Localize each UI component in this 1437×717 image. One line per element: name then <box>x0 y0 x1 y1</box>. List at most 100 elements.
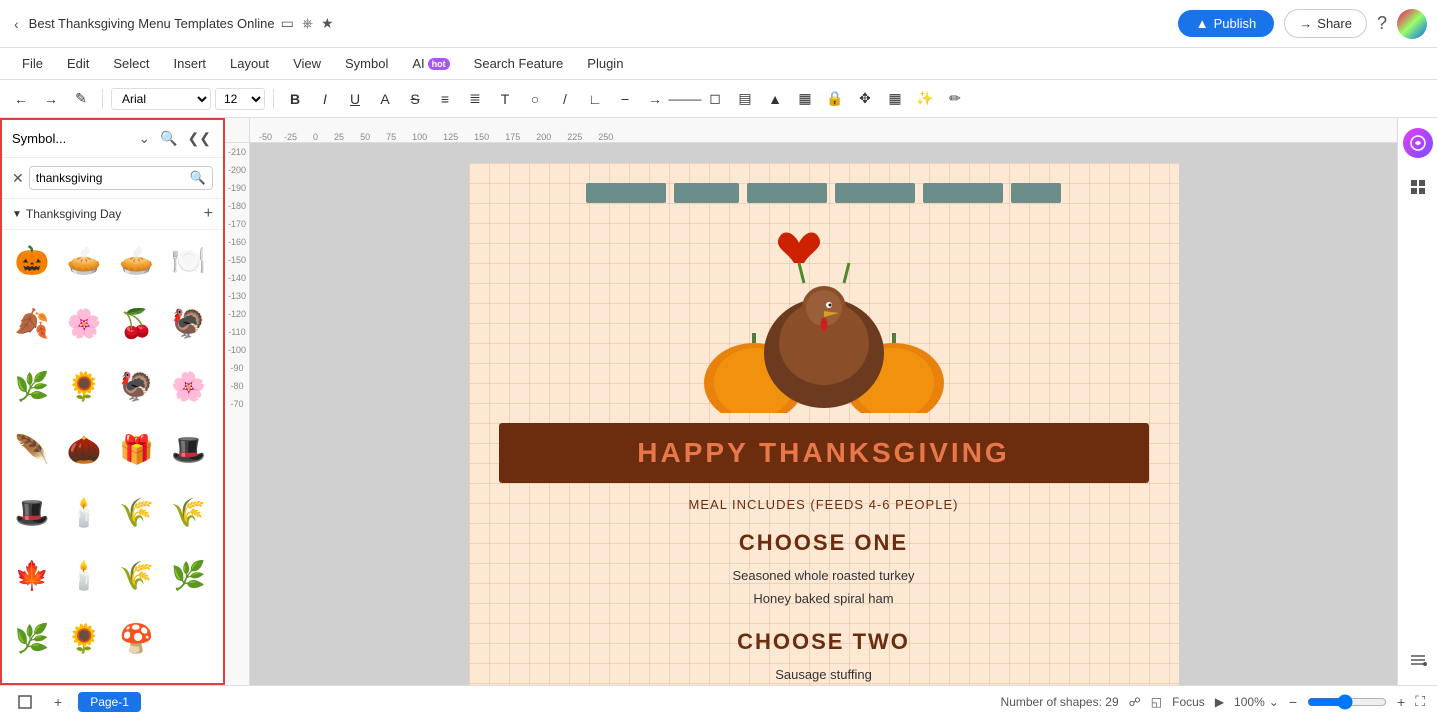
underline-button[interactable]: U <box>342 86 368 112</box>
zoom-control[interactable]: 100% ⌄ <box>1234 695 1279 709</box>
redo-button[interactable]: → <box>38 86 64 112</box>
symbol-leaves[interactable]: 🍂 <box>10 301 54 345</box>
symbol-turkey-roasted[interactable]: 🦃 <box>167 301 211 345</box>
arrow-button[interactable]: → <box>642 86 668 112</box>
menu-file[interactable]: File <box>10 52 55 75</box>
undo-button[interactable]: ← <box>8 86 34 112</box>
symbol-wheat[interactable]: 🌾 <box>115 490 159 534</box>
align-justify-button[interactable]: ≣ <box>462 86 488 112</box>
ungroup-button[interactable]: ✥ <box>852 86 878 112</box>
symbol-pumpkin[interactable]: 🎃 <box>10 238 54 282</box>
menu-ai[interactable]: AI hot <box>400 52 461 75</box>
share-button[interactable]: → Share <box>1284 9 1367 38</box>
symbol-wheat2[interactable]: 🌾 <box>115 553 159 597</box>
menu-select[interactable]: Select <box>101 52 161 75</box>
layers-button[interactable] <box>1403 645 1433 675</box>
bring-forward-button[interactable]: ▲ <box>762 86 788 112</box>
symbol-pie2[interactable]: 🥧 <box>115 238 159 282</box>
symbol-sunflower2[interactable]: 🌻 <box>62 616 106 660</box>
symbol-bundle[interactable]: 🌿 <box>167 553 211 597</box>
strikethrough-button[interactable]: S <box>402 86 428 112</box>
font-size-selector[interactable]: 12 14 16 18 <box>215 88 265 110</box>
symbol-plate[interactable]: 🍽️ <box>167 238 211 282</box>
clone-button[interactable]: ▦ <box>792 86 818 112</box>
zoom-out-button[interactable]: − <box>1289 694 1297 710</box>
format-paint-button[interactable]: ✎ <box>68 86 94 112</box>
line-style-button[interactable]: ⎯ <box>612 86 638 112</box>
table-button[interactable]: ▦ <box>882 86 908 112</box>
shape-button[interactable]: ○ <box>522 86 548 112</box>
connector-button[interactable]: ∟ <box>582 86 608 112</box>
layers-icon-bottom[interactable]: ☍ <box>1129 695 1141 709</box>
symbol-leaf-green[interactable]: 🌿 <box>10 616 54 660</box>
user-avatar[interactable] <box>1397 9 1427 39</box>
menu-view[interactable]: View <box>281 52 333 75</box>
share-icon[interactable]: ⎈ <box>302 15 313 32</box>
symbol-mushroom[interactable]: 🍄 <box>115 616 159 660</box>
help-button[interactable]: ? <box>1377 13 1387 34</box>
tablet-icon[interactable]: ▭ <box>281 15 294 32</box>
play-icon[interactable]: ▶ <box>1215 695 1224 709</box>
sidebar-search-icon[interactable]: 🔍 <box>158 128 179 149</box>
add-page-button[interactable]: + <box>48 692 68 712</box>
focus-mode-icon[interactable]: ◱ <box>1151 695 1162 709</box>
choose-one-heading: CHOOSE ONE <box>469 530 1179 556</box>
menu-symbol[interactable]: Symbol <box>333 52 400 75</box>
symbol-maple-leaf[interactable]: 🍁 <box>10 553 54 597</box>
symbol-gift[interactable]: 🎁 <box>115 427 159 471</box>
sparkle-button[interactable]: ✨ <box>912 86 938 112</box>
search-submit-icon[interactable]: 🔍 <box>190 170 206 186</box>
page-tab-label: Page-1 <box>90 695 129 709</box>
lock-button[interactable]: 🔒 <box>822 86 848 112</box>
sidebar-collapse-icon[interactable]: ❮❮ <box>186 128 213 149</box>
grid-view-button[interactable] <box>1403 172 1433 202</box>
menu-search-feature[interactable]: Search Feature <box>462 52 576 75</box>
zoom-slider[interactable] <box>1307 694 1387 710</box>
symbol-flower[interactable]: 🌸 <box>62 301 106 345</box>
thanksgiving-banner: HAPPY THANKSGIVING <box>499 423 1149 483</box>
shadow-button[interactable]: ▤ <box>732 86 758 112</box>
container-button[interactable]: ◻ <box>702 86 728 112</box>
symbol-feather[interactable]: 🪶 <box>10 427 54 471</box>
sidebar-dropdown-icon[interactable]: ⌄ <box>136 128 152 149</box>
symbol-grain[interactable]: 🌾 <box>167 490 211 534</box>
canvas-scroll[interactable]: HAPPY THANKSGIVING MEAL INCLUDES (FEEDS … <box>250 143 1397 685</box>
section-add-button[interactable]: + <box>204 205 213 223</box>
ai-assist-button[interactable] <box>1403 128 1433 158</box>
line-button[interactable]: / <box>552 86 578 112</box>
menu-layout[interactable]: Layout <box>218 52 281 75</box>
bold-button[interactable]: B <box>282 86 308 112</box>
top-bar-right: ▲ Publish → Share ? <box>1178 9 1427 39</box>
symbol-hat[interactable]: 🎩 <box>167 427 211 471</box>
symbol-sunflower[interactable]: 🌻 <box>62 364 106 408</box>
symbol-pie[interactable]: 🥧 <box>62 238 106 282</box>
zoom-in-button[interactable]: + <box>1397 694 1405 710</box>
symbol-berries[interactable]: 🍒 <box>115 301 159 345</box>
menu-plugin[interactable]: Plugin <box>575 52 635 75</box>
fullscreen-button[interactable]: ⛶ <box>1415 693 1425 710</box>
menu-insert[interactable]: Insert <box>162 52 219 75</box>
star-icon[interactable]: ★ <box>321 15 334 32</box>
page-tab-1[interactable]: Page-1 <box>78 692 141 712</box>
font-color-button[interactable]: A <box>372 86 398 112</box>
publish-button[interactable]: ▲ Publish <box>1178 10 1275 37</box>
more-lines-button[interactable]: ⸻ <box>672 86 698 112</box>
menu-edit[interactable]: Edit <box>55 52 101 75</box>
symbol-pilgrim-hat[interactable]: 🎩 <box>10 490 54 534</box>
sidebar-close-button[interactable]: ✕ <box>12 170 24 187</box>
symbol-herbs[interactable]: 🌿 <box>10 364 54 408</box>
symbol-turkey2[interactable]: 🦃 <box>115 364 159 408</box>
crop-button[interactable]: ✏ <box>942 86 968 112</box>
back-button[interactable]: ‹ <box>10 14 23 34</box>
symbol-pink-flower[interactable]: 🌸 <box>167 364 211 408</box>
symbol-red-candle[interactable]: 🕯️ <box>62 553 106 597</box>
symbol-acorn[interactable]: 🌰 <box>62 427 106 471</box>
section-toggle-icon[interactable]: ▼ <box>12 209 22 220</box>
italic-button[interactable]: I <box>312 86 338 112</box>
text-format-button[interactable]: T <box>492 86 518 112</box>
symbol-candle-pink[interactable]: 🕯️ <box>62 490 106 534</box>
symbol-search-input[interactable] <box>36 171 186 185</box>
page-view-toggle[interactable] <box>12 693 38 711</box>
font-selector[interactable]: Arial Times New Roman Helvetica <box>111 88 211 110</box>
align-center-button[interactable]: ≡ <box>432 86 458 112</box>
